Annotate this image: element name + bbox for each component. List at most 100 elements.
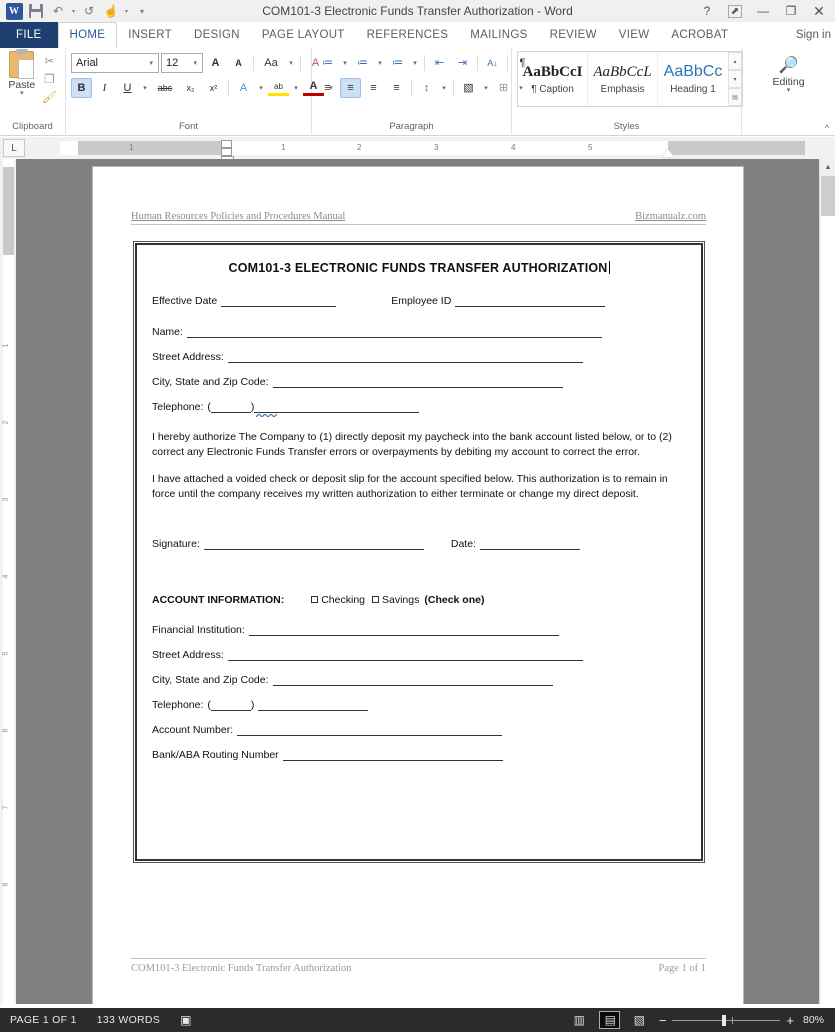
styles-more-button[interactable]: ▤ — [728, 88, 742, 106]
numbering-icon[interactable]: ≔ — [352, 53, 373, 73]
paste-dropdown-icon[interactable]: ▾ — [20, 90, 24, 97]
change-case-icon[interactable]: Aa — [258, 53, 284, 73]
subscript-button[interactable]: x₂ — [180, 78, 201, 98]
text-effects-dropdown-icon[interactable]: ▾ — [256, 78, 266, 98]
styles-gallery[interactable]: AaBbCcI ¶ Caption AaBbCcL Emphasis AaBbC… — [517, 51, 743, 107]
telephone-number-line[interactable] — [254, 401, 420, 413]
underline-dropdown-icon[interactable]: ▾ — [140, 78, 150, 98]
editing-dropdown-icon[interactable]: ▾ — [787, 87, 791, 94]
numbering-dropdown-icon[interactable]: ▾ — [375, 53, 385, 73]
tab-design[interactable]: DESIGN — [183, 22, 251, 48]
decrease-indent-icon[interactable]: ⇤ — [429, 53, 450, 73]
tab-view[interactable]: VIEW — [608, 22, 661, 48]
web-layout-view-button[interactable]: ▧ — [629, 1011, 650, 1029]
shading-dropdown-icon[interactable]: ▾ — [481, 78, 491, 98]
checking-checkbox[interactable]: Checking — [311, 594, 365, 606]
align-center-icon[interactable]: ≡ — [340, 77, 361, 98]
shading-icon[interactable]: ▧ — [458, 78, 479, 98]
copy-icon[interactable]: ❐ — [42, 71, 57, 86]
font-size-select[interactable]: 12 ▾ — [161, 52, 203, 73]
bullets-dropdown-icon[interactable]: ▾ — [340, 53, 350, 73]
underline-button[interactable]: U — [117, 78, 138, 98]
font-family-select[interactable]: Arial ▾ — [71, 52, 159, 73]
strikethrough-button[interactable]: abc — [152, 78, 178, 98]
style-item-caption[interactable]: AaBbCcI ¶ Caption — [518, 52, 588, 106]
city-state-zip-line[interactable] — [272, 376, 563, 388]
zoom-slider[interactable] — [672, 1014, 781, 1026]
bank-street-address-line[interactable] — [227, 649, 583, 661]
touch-mode-dropdown-icon[interactable]: ▾ — [122, 1, 131, 21]
customize-qat-icon[interactable]: ▾ — [131, 1, 153, 21]
ruler-right-margin[interactable] — [668, 141, 805, 155]
styles-scroll-up-button[interactable]: ▴ — [728, 52, 742, 70]
bold-button[interactable]: B — [71, 77, 92, 98]
grow-font-icon[interactable]: A — [205, 53, 226, 73]
ruler-left-margin[interactable] — [78, 141, 225, 155]
bank-telephone-area-code-line[interactable] — [210, 699, 251, 711]
scrollbar-thumb[interactable] — [821, 176, 835, 216]
ribbon-display-options-button[interactable]: ⬈ — [728, 4, 742, 18]
tab-references[interactable]: REFERENCES — [356, 22, 460, 48]
undo-dropdown-icon[interactable]: ▾ — [69, 1, 78, 21]
sign-in-link[interactable]: Sign in — [796, 22, 831, 48]
employee-id-line[interactable] — [455, 295, 606, 307]
word-count-status[interactable]: 133 WORDS — [87, 1014, 170, 1026]
tab-page-layout[interactable]: PAGE LAYOUT — [251, 22, 356, 48]
touch-mode-icon[interactable]: ☝ — [100, 1, 122, 21]
help-button[interactable]: ? — [693, 0, 721, 22]
line-spacing-dropdown-icon[interactable]: ▾ — [439, 78, 449, 98]
superscript-button[interactable]: x² — [203, 78, 224, 98]
right-indent-marker[interactable] — [662, 149, 674, 157]
borders-icon[interactable]: ⊞ — [493, 78, 514, 98]
date-line[interactable] — [479, 538, 580, 550]
zoom-level-label[interactable]: 80% — [803, 1014, 829, 1026]
save-icon[interactable] — [25, 1, 47, 21]
page-count-status[interactable]: PAGE 1 OF 1 — [0, 1014, 87, 1026]
tab-file[interactable]: FILE — [0, 22, 58, 48]
multilevel-list-icon[interactable]: ≔ — [387, 53, 408, 73]
shrink-font-icon[interactable]: A — [228, 53, 249, 73]
read-mode-view-button[interactable]: ▥ — [569, 1011, 590, 1029]
street-address-line[interactable] — [227, 351, 583, 363]
vertical-ruler[interactable]: 1 2 3 4 5 6 7 8 — [0, 159, 16, 1004]
close-button[interactable]: ✕ — [805, 0, 833, 22]
editing-button[interactable]: 🔎 Editing ▾ — [762, 51, 816, 94]
change-case-dropdown-icon[interactable]: ▾ — [286, 53, 296, 73]
sort-icon[interactable]: A↓ — [482, 53, 503, 73]
align-left-icon[interactable]: ≡ — [317, 78, 338, 98]
document-page[interactable]: Human Resources Policies and Procedures … — [93, 167, 743, 1004]
text-effects-icon[interactable]: A — [233, 78, 254, 98]
hanging-indent-marker[interactable] — [221, 148, 232, 156]
tab-insert[interactable]: INSERT — [117, 22, 183, 48]
cut-icon[interactable]: ✂ — [42, 53, 57, 68]
minimize-button[interactable]: — — [749, 0, 777, 22]
print-layout-view-button[interactable]: ▤ — [598, 1011, 620, 1029]
multilevel-dropdown-icon[interactable]: ▾ — [410, 53, 420, 73]
bank-city-state-zip-line[interactable] — [272, 674, 553, 686]
zoom-out-button[interactable]: − — [659, 1013, 667, 1028]
increase-indent-icon[interactable]: ⇥ — [452, 53, 473, 73]
tab-acrobat[interactable]: ACROBAT — [660, 22, 739, 48]
italic-button[interactable]: I — [94, 78, 115, 98]
paste-button[interactable]: Paste ▾ — [5, 49, 39, 97]
bank-telephone-number-line[interactable] — [258, 699, 369, 711]
redo-icon[interactable]: ↺ — [78, 1, 100, 21]
highlight-dropdown-icon[interactable]: ▾ — [291, 78, 301, 98]
line-spacing-icon[interactable]: ↕ — [416, 78, 437, 98]
account-number-line[interactable] — [237, 724, 503, 736]
telephone-area-code-line[interactable] — [210, 401, 251, 413]
document-canvas[interactable]: Human Resources Policies and Procedures … — [16, 159, 819, 1004]
financial-institution-line[interactable] — [248, 624, 559, 636]
style-item-heading1[interactable]: AaBbCc Heading 1 — [658, 52, 728, 106]
savings-checkbox[interactable]: Savings — [372, 594, 419, 606]
justify-icon[interactable]: ≡ — [386, 78, 407, 98]
zoom-in-button[interactable]: + — [786, 1013, 794, 1028]
scrollbar-track[interactable] — [821, 216, 835, 1006]
bullets-icon[interactable]: ≔ — [317, 53, 338, 73]
text-highlight-icon[interactable]: ab — [268, 79, 289, 96]
align-right-icon[interactable]: ≡ — [363, 78, 384, 98]
styles-scroll-down-button[interactable]: ▾ — [728, 70, 742, 88]
zoom-control[interactable]: − + — [659, 1013, 794, 1028]
format-painter-icon[interactable]: 🖌 — [42, 89, 57, 104]
zoom-slider-knob[interactable] — [722, 1014, 727, 1026]
